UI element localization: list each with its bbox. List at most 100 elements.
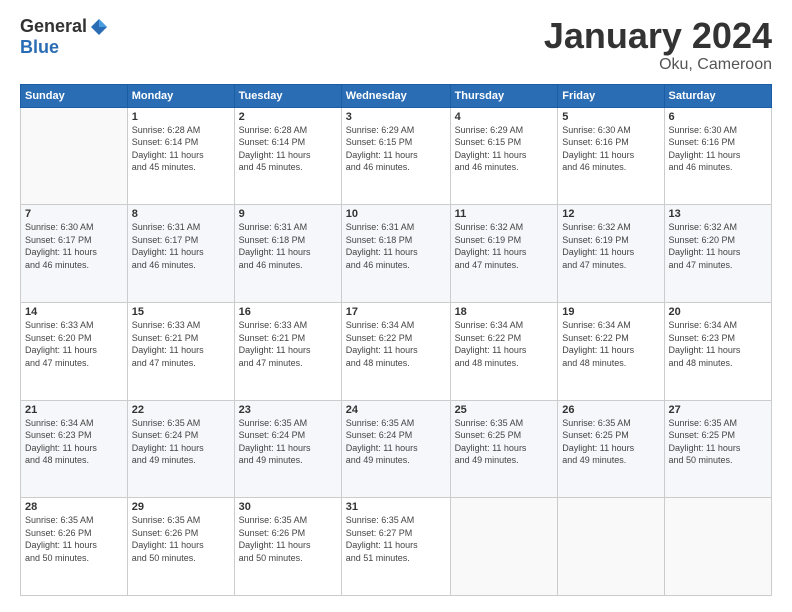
table-row: 3Sunrise: 6:29 AM Sunset: 6:15 PM Daylig… <box>341 107 450 205</box>
day-number: 7 <box>25 208 123 220</box>
day-info: Sunrise: 6:31 AM Sunset: 6:18 PM Dayligh… <box>346 221 446 271</box>
day-info: Sunrise: 6:35 AM Sunset: 6:24 PM Dayligh… <box>132 417 230 467</box>
day-info: Sunrise: 6:32 AM Sunset: 6:20 PM Dayligh… <box>669 221 767 271</box>
table-row: 7Sunrise: 6:30 AM Sunset: 6:17 PM Daylig… <box>21 205 128 303</box>
day-number: 20 <box>669 306 767 318</box>
day-info: Sunrise: 6:34 AM Sunset: 6:23 PM Dayligh… <box>669 319 767 369</box>
logo-icon <box>89 17 109 37</box>
day-number: 11 <box>455 208 554 220</box>
table-row: 12Sunrise: 6:32 AM Sunset: 6:19 PM Dayli… <box>558 205 664 303</box>
logo: General Blue <box>20 16 109 58</box>
table-row: 10Sunrise: 6:31 AM Sunset: 6:18 PM Dayli… <box>341 205 450 303</box>
day-info: Sunrise: 6:35 AM Sunset: 6:26 PM Dayligh… <box>25 514 123 564</box>
table-row <box>664 498 771 596</box>
day-number: 14 <box>25 306 123 318</box>
day-info: Sunrise: 6:30 AM Sunset: 6:16 PM Dayligh… <box>669 124 767 174</box>
table-row <box>21 107 128 205</box>
table-row: 18Sunrise: 6:34 AM Sunset: 6:22 PM Dayli… <box>450 302 558 400</box>
location: Oku, Cameroon <box>544 56 772 74</box>
day-info: Sunrise: 6:28 AM Sunset: 6:14 PM Dayligh… <box>132 124 230 174</box>
table-row: 16Sunrise: 6:33 AM Sunset: 6:21 PM Dayli… <box>234 302 341 400</box>
table-row: 11Sunrise: 6:32 AM Sunset: 6:19 PM Dayli… <box>450 205 558 303</box>
col-monday: Monday <box>127 84 234 107</box>
table-row: 27Sunrise: 6:35 AM Sunset: 6:25 PM Dayli… <box>664 400 771 498</box>
day-info: Sunrise: 6:29 AM Sunset: 6:15 PM Dayligh… <box>455 124 554 174</box>
table-row: 15Sunrise: 6:33 AM Sunset: 6:21 PM Dayli… <box>127 302 234 400</box>
day-number: 17 <box>346 306 446 318</box>
day-info: Sunrise: 6:31 AM Sunset: 6:17 PM Dayligh… <box>132 221 230 271</box>
day-number: 30 <box>239 501 337 513</box>
calendar-header-row: Sunday Monday Tuesday Wednesday Thursday… <box>21 84 772 107</box>
day-info: Sunrise: 6:35 AM Sunset: 6:26 PM Dayligh… <box>239 514 337 564</box>
calendar-week-row: 21Sunrise: 6:34 AM Sunset: 6:23 PM Dayli… <box>21 400 772 498</box>
calendar-week-row: 7Sunrise: 6:30 AM Sunset: 6:17 PM Daylig… <box>21 205 772 303</box>
day-info: Sunrise: 6:28 AM Sunset: 6:14 PM Dayligh… <box>239 124 337 174</box>
table-row: 6Sunrise: 6:30 AM Sunset: 6:16 PM Daylig… <box>664 107 771 205</box>
day-info: Sunrise: 6:35 AM Sunset: 6:25 PM Dayligh… <box>562 417 659 467</box>
col-friday: Friday <box>558 84 664 107</box>
day-number: 1 <box>132 111 230 123</box>
day-info: Sunrise: 6:35 AM Sunset: 6:25 PM Dayligh… <box>455 417 554 467</box>
day-info: Sunrise: 6:30 AM Sunset: 6:17 PM Dayligh… <box>25 221 123 271</box>
day-number: 29 <box>132 501 230 513</box>
table-row: 2Sunrise: 6:28 AM Sunset: 6:14 PM Daylig… <box>234 107 341 205</box>
day-info: Sunrise: 6:35 AM Sunset: 6:27 PM Dayligh… <box>346 514 446 564</box>
table-row <box>450 498 558 596</box>
day-number: 10 <box>346 208 446 220</box>
month-title: January 2024 <box>544 16 772 56</box>
table-row: 4Sunrise: 6:29 AM Sunset: 6:15 PM Daylig… <box>450 107 558 205</box>
day-info: Sunrise: 6:34 AM Sunset: 6:22 PM Dayligh… <box>346 319 446 369</box>
day-number: 16 <box>239 306 337 318</box>
day-number: 6 <box>669 111 767 123</box>
day-number: 26 <box>562 404 659 416</box>
table-row: 24Sunrise: 6:35 AM Sunset: 6:24 PM Dayli… <box>341 400 450 498</box>
day-number: 8 <box>132 208 230 220</box>
table-row: 30Sunrise: 6:35 AM Sunset: 6:26 PM Dayli… <box>234 498 341 596</box>
col-sunday: Sunday <box>21 84 128 107</box>
calendar-week-row: 1Sunrise: 6:28 AM Sunset: 6:14 PM Daylig… <box>21 107 772 205</box>
day-number: 9 <box>239 208 337 220</box>
day-number: 25 <box>455 404 554 416</box>
day-number: 24 <box>346 404 446 416</box>
table-row: 25Sunrise: 6:35 AM Sunset: 6:25 PM Dayli… <box>450 400 558 498</box>
day-number: 12 <box>562 208 659 220</box>
day-number: 5 <box>562 111 659 123</box>
day-info: Sunrise: 6:31 AM Sunset: 6:18 PM Dayligh… <box>239 221 337 271</box>
day-info: Sunrise: 6:32 AM Sunset: 6:19 PM Dayligh… <box>455 221 554 271</box>
table-row: 28Sunrise: 6:35 AM Sunset: 6:26 PM Dayli… <box>21 498 128 596</box>
day-number: 27 <box>669 404 767 416</box>
calendar-table: Sunday Monday Tuesday Wednesday Thursday… <box>20 84 772 596</box>
day-info: Sunrise: 6:35 AM Sunset: 6:26 PM Dayligh… <box>132 514 230 564</box>
day-info: Sunrise: 6:32 AM Sunset: 6:19 PM Dayligh… <box>562 221 659 271</box>
col-saturday: Saturday <box>664 84 771 107</box>
day-info: Sunrise: 6:35 AM Sunset: 6:24 PM Dayligh… <box>239 417 337 467</box>
table-row: 20Sunrise: 6:34 AM Sunset: 6:23 PM Dayli… <box>664 302 771 400</box>
table-row: 5Sunrise: 6:30 AM Sunset: 6:16 PM Daylig… <box>558 107 664 205</box>
day-number: 31 <box>346 501 446 513</box>
calendar-week-row: 14Sunrise: 6:33 AM Sunset: 6:20 PM Dayli… <box>21 302 772 400</box>
table-row: 1Sunrise: 6:28 AM Sunset: 6:14 PM Daylig… <box>127 107 234 205</box>
day-number: 2 <box>239 111 337 123</box>
logo-general-text: General <box>20 16 87 37</box>
day-info: Sunrise: 6:33 AM Sunset: 6:21 PM Dayligh… <box>239 319 337 369</box>
logo-blue-text: Blue <box>20 37 59 58</box>
day-number: 21 <box>25 404 123 416</box>
table-row: 19Sunrise: 6:34 AM Sunset: 6:22 PM Dayli… <box>558 302 664 400</box>
day-info: Sunrise: 6:35 AM Sunset: 6:24 PM Dayligh… <box>346 417 446 467</box>
title-block: January 2024 Oku, Cameroon <box>544 16 772 74</box>
table-row: 17Sunrise: 6:34 AM Sunset: 6:22 PM Dayli… <box>341 302 450 400</box>
header: General Blue January 2024 Oku, Cameroon <box>20 16 772 74</box>
table-row: 21Sunrise: 6:34 AM Sunset: 6:23 PM Dayli… <box>21 400 128 498</box>
day-number: 15 <box>132 306 230 318</box>
day-number: 13 <box>669 208 767 220</box>
table-row: 22Sunrise: 6:35 AM Sunset: 6:24 PM Dayli… <box>127 400 234 498</box>
table-row: 9Sunrise: 6:31 AM Sunset: 6:18 PM Daylig… <box>234 205 341 303</box>
day-info: Sunrise: 6:34 AM Sunset: 6:23 PM Dayligh… <box>25 417 123 467</box>
day-number: 4 <box>455 111 554 123</box>
table-row: 23Sunrise: 6:35 AM Sunset: 6:24 PM Dayli… <box>234 400 341 498</box>
day-number: 19 <box>562 306 659 318</box>
table-row: 31Sunrise: 6:35 AM Sunset: 6:27 PM Dayli… <box>341 498 450 596</box>
page: General Blue January 2024 Oku, Cameroon … <box>0 0 792 612</box>
day-info: Sunrise: 6:33 AM Sunset: 6:21 PM Dayligh… <box>132 319 230 369</box>
day-info: Sunrise: 6:35 AM Sunset: 6:25 PM Dayligh… <box>669 417 767 467</box>
